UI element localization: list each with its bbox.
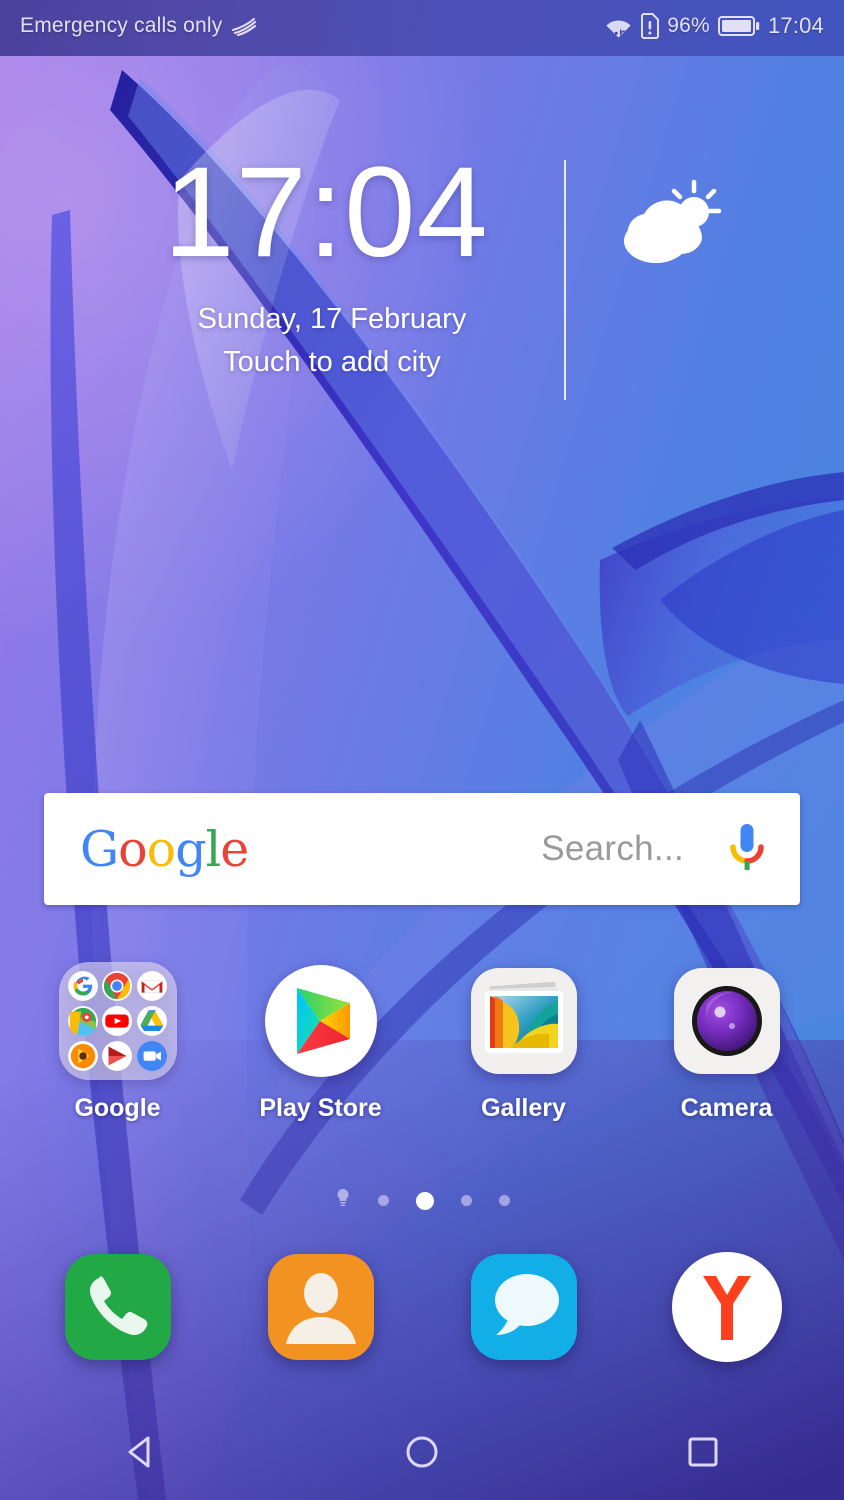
dock-cell-yandex[interactable] <box>637 1248 817 1366</box>
home-button[interactable] <box>332 1430 512 1479</box>
add-city-prompt[interactable]: Touch to add city <box>122 346 542 379</box>
app-label: Camera <box>680 1094 773 1122</box>
wifi-icon <box>605 14 632 38</box>
gallery-icon[interactable] <box>465 962 583 1080</box>
signal-waves-icon <box>231 16 257 37</box>
page-dot-3-active[interactable] <box>415 1191 434 1210</box>
dock-cell-phone[interactable] <box>28 1248 208 1366</box>
recents-button[interactable] <box>613 1430 793 1479</box>
phone-icon[interactable] <box>59 1248 177 1366</box>
google-logo-letter-1: o <box>118 820 147 878</box>
google-logo-letter-4: l <box>205 820 222 878</box>
status-bar[interactable]: Emergency calls only 96% 17:04 <box>0 0 844 52</box>
google-logo-letter-5: e <box>220 820 249 878</box>
app-label: Play Store <box>259 1094 382 1122</box>
page-dot-2[interactable] <box>377 1195 389 1206</box>
play-movies-icon <box>102 1040 133 1071</box>
duo-icon <box>137 1040 168 1071</box>
status-bar-clock: 17:04 <box>767 13 824 38</box>
dock-cell-messages[interactable] <box>434 1248 614 1366</box>
google-logo-letter-3: g <box>175 820 206 878</box>
app-label: Gallery <box>481 1094 566 1122</box>
widget-divider <box>564 160 566 400</box>
page-dot-5[interactable] <box>498 1195 510 1206</box>
battery-percent-label: 96% <box>667 14 710 37</box>
google-logo-letter-2: o <box>146 820 176 878</box>
app-grid-row: Google Play Store Gallery Camera <box>0 962 844 1123</box>
google-logo: G o o g l e <box>80 820 249 878</box>
messages-icon[interactable] <box>465 1248 583 1366</box>
google-search-bar[interactable]: G o o g l e Search... <box>44 793 800 905</box>
carrier-label: Emergency calls only <box>20 14 223 37</box>
app-label: Google <box>74 1094 161 1122</box>
search-placeholder[interactable]: Search... <box>541 829 684 869</box>
youtube-icon <box>102 1005 133 1037</box>
widget-date: Sunday, 17 February <box>197 303 467 335</box>
play-music-icon <box>67 1040 99 1071</box>
yandex-icon[interactable] <box>668 1248 786 1366</box>
app-cell-camera[interactable]: Camera <box>637 962 817 1123</box>
app-cell-google-folder[interactable]: Google <box>28 962 208 1123</box>
microphone-icon[interactable] <box>724 820 770 878</box>
page-dot-4[interactable] <box>460 1195 472 1206</box>
play-store-icon[interactable] <box>262 962 380 1080</box>
back-button[interactable] <box>51 1430 231 1479</box>
status-bar-right: 96% 17:04 <box>605 13 824 39</box>
recents-square-icon[interactable] <box>681 1430 725 1479</box>
lightbulb-icon[interactable] <box>335 1188 351 1213</box>
google-folder-icon[interactable] <box>58 962 177 1080</box>
navigation-bar <box>0 1408 844 1500</box>
clock-block[interactable]: 17:04 Sunday, 17 February Touch to add c… <box>122 145 542 379</box>
back-triangle-icon[interactable] <box>119 1430 163 1479</box>
dock <box>0 1248 844 1366</box>
dock-cell-contacts[interactable] <box>231 1248 411 1366</box>
chrome-icon <box>102 971 133 1002</box>
google-icon <box>67 971 99 1002</box>
sim-card-alert-icon <box>640 13 660 39</box>
camera-icon[interactable] <box>668 962 786 1080</box>
contacts-icon[interactable] <box>262 1248 380 1366</box>
page-indicator[interactable] <box>0 1188 844 1213</box>
gmail-icon <box>137 971 168 1002</box>
app-cell-play-store[interactable]: Play Store <box>231 962 411 1123</box>
drive-icon <box>137 1005 168 1037</box>
clock-weather-widget[interactable]: 17:04 Sunday, 17 February Touch to add c… <box>0 145 844 400</box>
battery-full-icon <box>717 15 760 37</box>
google-logo-letter-0: G <box>80 820 119 878</box>
widget-clock-time: 17:04 <box>163 141 489 284</box>
home-circle-icon[interactable] <box>400 1430 444 1479</box>
status-bar-left: Emergency calls only <box>20 14 257 38</box>
partly-cloudy-icon[interactable] <box>612 175 722 280</box>
maps-icon <box>67 1005 99 1037</box>
app-cell-gallery[interactable]: Gallery <box>434 962 614 1123</box>
